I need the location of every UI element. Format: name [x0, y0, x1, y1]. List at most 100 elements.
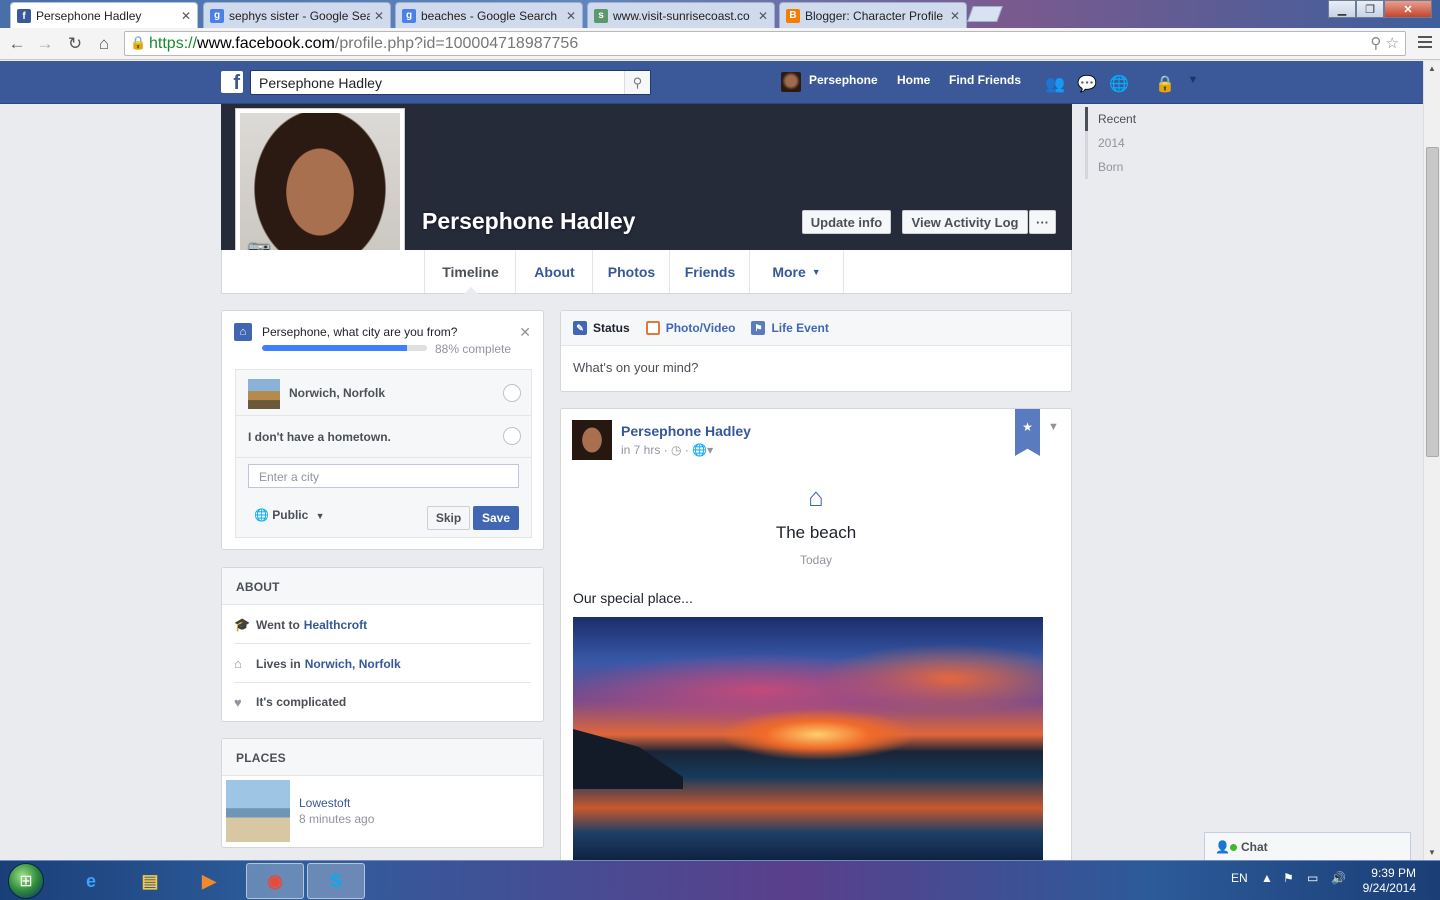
- friend-requests-icon[interactable]: 👥: [1045, 74, 1065, 93]
- post-options-chevron-icon[interactable]: ▼: [1048, 421, 1059, 433]
- window-controls: ▁ ❐ ✕: [1328, 0, 1432, 18]
- hometown-options: Norwich, Norfolk I don't have a hometown…: [235, 369, 532, 538]
- post-author[interactable]: Persephone Hadley: [621, 423, 751, 439]
- tab-photos[interactable]: Photos: [592, 250, 670, 293]
- about-text: Lives in: [256, 656, 301, 671]
- tab-title: beaches - Google Search: [421, 8, 558, 23]
- chrome-menu-icon[interactable]: [1418, 36, 1432, 51]
- globe-icon: 🌐: [254, 508, 269, 522]
- profile-tabs: Timeline About Photos Friends More ▼: [221, 250, 1072, 294]
- internet-explorer-icon[interactable]: e: [62, 863, 120, 899]
- about-text: It's complicated: [256, 695, 347, 709]
- about-link[interactable]: Healthcroft: [304, 618, 367, 632]
- close-icon[interactable]: ✕: [374, 9, 384, 23]
- action-center-flag-icon[interactable]: ⚑: [1283, 871, 1294, 885]
- composer-tab-status[interactable]: ✎ Status: [573, 321, 630, 335]
- more-options-button[interactable]: ···: [1029, 210, 1056, 234]
- url-path: /profile.php?id=100004718987756: [334, 34, 579, 52]
- close-icon[interactable]: ✕: [181, 9, 191, 23]
- media-player-icon[interactable]: ▶: [180, 863, 238, 899]
- composer-input[interactable]: What's on your mind?: [573, 360, 698, 375]
- start-button[interactable]: ⊞: [8, 863, 44, 899]
- about-row-residence: ⌂ Lives in Norwich, Norfolk: [234, 645, 531, 683]
- reload-button[interactable]: ↻: [64, 33, 86, 55]
- facebook-logo-icon[interactable]: f: [221, 71, 243, 93]
- file-explorer-icon[interactable]: ▤: [121, 863, 179, 899]
- forward-button[interactable]: →: [34, 33, 56, 55]
- network-icon[interactable]: ▭: [1307, 871, 1318, 885]
- avatar[interactable]: [781, 72, 801, 92]
- address-bar[interactable]: 🔒 https://www.facebook.com/profile.php?i…: [124, 31, 1406, 56]
- scroll-up-icon[interactable]: ▲: [1428, 64, 1436, 73]
- tab-blogger[interactable]: B Blogger: Character Profile ✕: [779, 2, 967, 28]
- system-clock[interactable]: 9:39 PM 9/24/2014: [1363, 866, 1416, 896]
- tab-sephys-sister[interactable]: g sephys sister - Google Sea ✕: [203, 2, 391, 28]
- place-name[interactable]: Lowestoft: [299, 796, 350, 810]
- tab-more[interactable]: More ▼: [749, 250, 844, 293]
- skype-icon[interactable]: S: [307, 863, 365, 899]
- new-tab-button[interactable]: [967, 6, 1003, 22]
- post-timestamp[interactable]: in 7 hrs · ◷ ·: [621, 443, 692, 457]
- view-activity-log-button[interactable]: View Activity Log: [902, 210, 1028, 234]
- composer-tab-photo[interactable]: Photo/Video: [645, 321, 735, 335]
- minimize-button[interactable]: ▁: [1328, 0, 1356, 18]
- post-photo[interactable]: [573, 617, 1043, 862]
- tab-visit-sunrisecoast[interactable]: s www.visit-sunrisecoast.co ✕: [587, 2, 775, 28]
- post-avatar[interactable]: [572, 420, 612, 460]
- close-icon[interactable]: ✕: [950, 9, 960, 23]
- maximize-button[interactable]: ❐: [1356, 0, 1384, 18]
- option-radio[interactable]: [503, 384, 521, 402]
- bookmark-star-icon[interactable]: ⚲ ☆: [1370, 34, 1399, 52]
- close-icon[interactable]: ✕: [519, 324, 531, 341]
- show-hidden-icons-icon[interactable]: ▲: [1261, 871, 1273, 885]
- post-composer: ✎ Status Photo/Video ⚑ Life Event What's…: [560, 310, 1072, 392]
- home-button[interactable]: ⌂: [93, 33, 115, 55]
- find-friends-link[interactable]: Find Friends: [949, 73, 1021, 87]
- privacy-selector[interactable]: 🌐 Public ▼: [254, 508, 325, 522]
- tab-timeline[interactable]: Timeline: [424, 250, 516, 294]
- update-info-button[interactable]: Update info: [802, 210, 891, 234]
- home-link[interactable]: Home: [897, 73, 930, 87]
- tab-about[interactable]: About: [515, 250, 593, 293]
- chrome-icon[interactable]: ◉: [246, 863, 304, 899]
- skip-button[interactable]: Skip: [427, 506, 470, 530]
- option-no-hometown[interactable]: I don't have a hometown.: [236, 416, 531, 458]
- rail-item-born[interactable]: Born: [1085, 155, 1205, 179]
- tab-beaches[interactable]: g beaches - Google Search ✕: [395, 2, 583, 28]
- language-indicator[interactable]: EN: [1231, 871, 1248, 885]
- close-window-button[interactable]: ✕: [1384, 0, 1432, 18]
- search-icon[interactable]: ⚲: [624, 71, 650, 94]
- privacy-shortcuts-icon[interactable]: 🔒: [1155, 74, 1175, 93]
- chat-label: Chat: [1240, 840, 1268, 854]
- tab-label: Status: [593, 321, 630, 335]
- rail-item-2014[interactable]: 2014: [1085, 131, 1205, 155]
- profile-name[interactable]: Persephone Hadley: [422, 208, 635, 235]
- account-menu-chevron-icon[interactable]: ▼: [1183, 74, 1203, 92]
- option-radio[interactable]: [503, 427, 521, 445]
- page-scrollbar[interactable]: ▲ ▼: [1423, 61, 1440, 860]
- scroll-down-icon[interactable]: ▼: [1428, 848, 1436, 857]
- city-input[interactable]: Enter a city: [248, 464, 519, 488]
- audience-globe-icon[interactable]: 🌐▾: [692, 443, 713, 457]
- close-icon[interactable]: ✕: [566, 9, 576, 23]
- about-link[interactable]: Norwich, Norfolk: [305, 657, 401, 671]
- composer-tab-life-event[interactable]: ⚑ Life Event: [751, 321, 829, 335]
- chat-tab[interactable]: 👤 Chat: [1204, 832, 1411, 860]
- search-input[interactable]: Persephone Hadley ⚲: [250, 70, 651, 95]
- close-icon[interactable]: ✕: [758, 9, 768, 23]
- back-button[interactable]: ←: [6, 33, 28, 55]
- scrollbar-thumb[interactable]: [1426, 147, 1439, 457]
- rail-item-recent[interactable]: Recent: [1085, 107, 1205, 131]
- option-norwich[interactable]: Norwich, Norfolk: [236, 370, 531, 416]
- tab-persephone-hadley[interactable]: f Persephone Hadley ✕: [10, 2, 198, 29]
- save-button[interactable]: Save: [473, 506, 519, 530]
- tab-friends[interactable]: Friends: [669, 250, 750, 293]
- places-card: PLACES Lowestoft 8 minutes ago: [221, 738, 544, 848]
- messages-icon[interactable]: 💬: [1077, 74, 1097, 93]
- place-thumbnail[interactable]: [226, 780, 290, 842]
- volume-icon[interactable]: 🔊: [1331, 871, 1346, 885]
- school-icon: 🎓: [234, 616, 251, 632]
- highlight-star-icon[interactable]: ★: [1015, 409, 1040, 456]
- profile-link[interactable]: Persephone: [809, 73, 878, 87]
- notifications-globe-icon[interactable]: 🌐: [1109, 74, 1129, 93]
